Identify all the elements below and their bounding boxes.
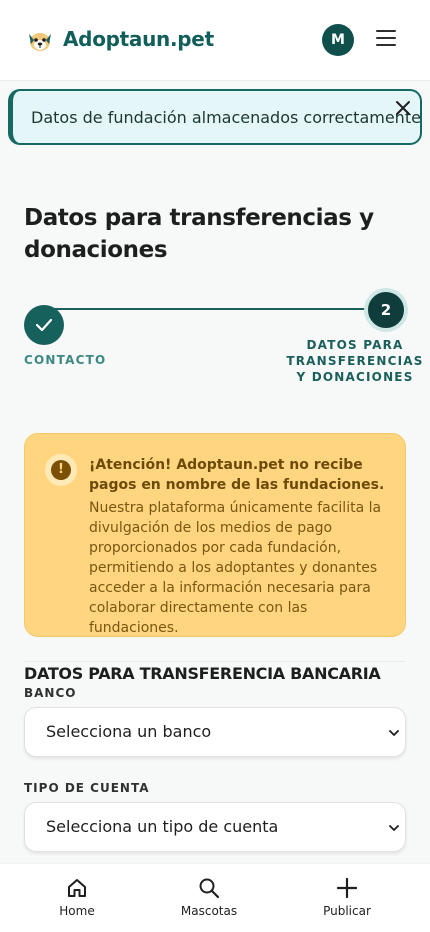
nav-item-mascotas[interactable]: Mascotas [164, 864, 254, 932]
search-icon [199, 878, 220, 899]
bank-select-value: Selecciona un banco [46, 722, 212, 741]
account-type-label: TIPO DE CUENTA [24, 781, 150, 795]
step-current-indicator: 2 [364, 288, 408, 332]
bank-section-title: DATOS PARA TRANSFERENCIA BANCARIA [24, 664, 381, 683]
nav-label-home: Home [59, 904, 95, 918]
alert-body: Nuestra plataforma únicamente facilita l… [89, 500, 382, 636]
nav-item-publicar[interactable]: Publicar [302, 864, 392, 932]
hamburger-menu-icon[interactable] [376, 30, 396, 48]
warning-glyph: ! [51, 460, 71, 480]
dog-face-icon[interactable] [26, 26, 54, 54]
close-icon[interactable] [395, 100, 411, 116]
chevron-down-icon [389, 730, 399, 736]
warning-icon: ! [45, 454, 77, 486]
stepper-line [44, 308, 386, 310]
step-label-datos: DATOS PARA TRANSFERENCIAS Y DONACIONES [286, 338, 424, 384]
nav-label-mascotas: Mascotas [180, 904, 238, 918]
nav-label-publicar: Publicar [323, 904, 371, 918]
success-toast: Datos de fundación almacenados correctam… [8, 89, 422, 145]
account-type-select-value: Selecciona un tipo de cuenta [46, 817, 279, 836]
app-header: Adoptaun.pet M [0, 0, 430, 81]
bank-label: BANCO [24, 686, 77, 700]
step-label-contacto[interactable]: CONTACTO [24, 353, 106, 367]
home-icon [68, 879, 86, 897]
nav-item-home[interactable]: Home [32, 864, 122, 932]
step-completed-indicator[interactable] [24, 305, 64, 345]
brand-name[interactable]: Adoptaun.pet [63, 27, 214, 51]
plus-icon [336, 877, 358, 899]
account-type-select[interactable]: Selecciona un tipo de cuenta [24, 802, 406, 852]
user-avatar[interactable]: M [322, 24, 354, 56]
page-title: Datos para transferencias y donaciones [24, 205, 374, 263]
chevron-down-icon [389, 825, 399, 831]
section-divider [24, 661, 406, 662]
step-number: 2 [380, 301, 392, 319]
check-icon [35, 318, 53, 332]
bank-select[interactable]: Selecciona un banco [24, 707, 406, 757]
bottom-navigation: Home Mascotas Publicar [0, 864, 430, 932]
attention-alert: ! ¡Atención! Adoptaun.pet no recibe pago… [24, 433, 406, 637]
alert-title: ¡Atención! Adoptaun.pet no recibe pagos … [89, 457, 385, 493]
toast-message: Datos de fundación almacenados correctam… [31, 108, 421, 127]
